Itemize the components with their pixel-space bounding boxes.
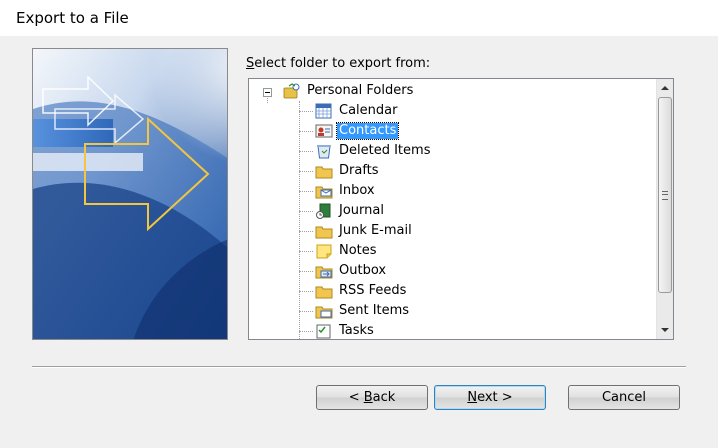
title-bar[interactable]: Export to a File (0, 0, 718, 36)
folder-tree[interactable]: Personal Folders Calendar Contacts Delet… (248, 78, 674, 340)
tree-connector (299, 171, 313, 172)
tree-item-label: Notes (339, 243, 377, 258)
tree-item-label: Journal (339, 203, 384, 218)
tree-root-personal-folders[interactable]: Personal Folders (249, 81, 639, 101)
tree-item-label: Contacts (335, 122, 400, 140)
tree-item-label: Drafts (339, 163, 379, 178)
tree-item-sent-items[interactable]: Sent Items (249, 301, 639, 321)
tree-item-tasks[interactable]: Tasks (249, 321, 639, 339)
sent-items-icon (315, 306, 333, 319)
personal-folders-icon (283, 83, 300, 99)
tree-item-label: Calendar (339, 103, 398, 118)
next-button[interactable]: Next > (434, 385, 546, 410)
tree-item-rss-feeds[interactable]: RSS Feeds (249, 281, 639, 301)
tree-item-journal[interactable]: Journal (249, 201, 639, 221)
tree-connector (299, 111, 313, 112)
next-button-text: ext > (477, 390, 513, 405)
tree-connector (299, 271, 313, 272)
tree-connector (299, 231, 313, 232)
tree-item-label: Deleted Items (339, 143, 431, 158)
drafts-folder-icon (315, 166, 333, 179)
scroll-thumb[interactable] (658, 97, 672, 293)
back-button-text: ack (372, 390, 396, 405)
scroll-down-arrow-icon[interactable] (657, 322, 673, 339)
tree-item-junk-email[interactable]: Junk E-mail (249, 221, 639, 241)
tree-item-contacts[interactable]: Contacts (249, 121, 639, 141)
cancel-button[interactable]: Cancel (568, 385, 680, 410)
export-arrow-graphic (33, 49, 227, 339)
contacts-icon (315, 124, 333, 138)
tasks-icon (316, 324, 331, 339)
tree-item-label: Sent Items (339, 303, 410, 318)
back-button-prefix: < (348, 390, 364, 405)
folder-prompt-label: Select folder to export from: (246, 56, 430, 71)
prompt-text: elect folder to export from: (254, 56, 431, 71)
scroll-up-arrow-icon[interactable] (657, 79, 673, 96)
calendar-icon (315, 103, 332, 119)
dialog-body: Select folder to export from: Personal F… (12, 36, 706, 442)
back-button[interactable]: < Back (316, 385, 428, 410)
journal-icon (316, 203, 331, 219)
window-title: Export to a File (16, 9, 129, 27)
tree-item-drafts[interactable]: Drafts (249, 161, 639, 181)
outbox-icon (315, 266, 333, 279)
tree-item-outbox[interactable]: Outbox (249, 261, 639, 281)
deleted-items-icon (317, 145, 331, 159)
tree-item-label: Junk E-mail (339, 223, 412, 238)
back-button-accelerator: B (363, 390, 373, 405)
tree-item-label: Outbox (339, 263, 387, 278)
rss-feeds-folder-icon (315, 286, 333, 299)
tree-root-label: Personal Folders (307, 83, 414, 98)
cancel-button-label: Cancel (601, 390, 647, 405)
next-button-accelerator: N (467, 390, 478, 405)
tree-item-label: Inbox (339, 183, 375, 198)
tree-item-calendar[interactable]: Calendar (249, 101, 639, 121)
inbox-icon (315, 186, 333, 199)
tree-connector (299, 191, 313, 192)
tree-connector (299, 151, 313, 152)
button-separator (32, 366, 686, 368)
notes-icon (316, 244, 332, 259)
export-dialog: Export to a File Select folder to export… (0, 0, 718, 448)
tree-connector (299, 291, 313, 292)
collapse-toggle[interactable] (263, 88, 272, 97)
tree-item-inbox[interactable]: Inbox (249, 181, 639, 201)
junk-email-icon (315, 226, 333, 239)
tree-connector (299, 251, 313, 252)
tree-connector (299, 211, 313, 212)
tree-item-label: Tasks (339, 323, 374, 338)
wizard-banner-image (32, 48, 228, 340)
tree-connector (299, 311, 313, 312)
tree-connector (299, 331, 313, 332)
scroll-grip-icon (662, 191, 668, 200)
tree-item-deleted-items[interactable]: Deleted Items (249, 141, 639, 161)
tree-vertical-scrollbar[interactable] (656, 79, 673, 339)
tree-item-notes[interactable]: Notes (249, 241, 639, 261)
tree-connector (299, 131, 313, 132)
tree-item-label: RSS Feeds (339, 283, 407, 298)
